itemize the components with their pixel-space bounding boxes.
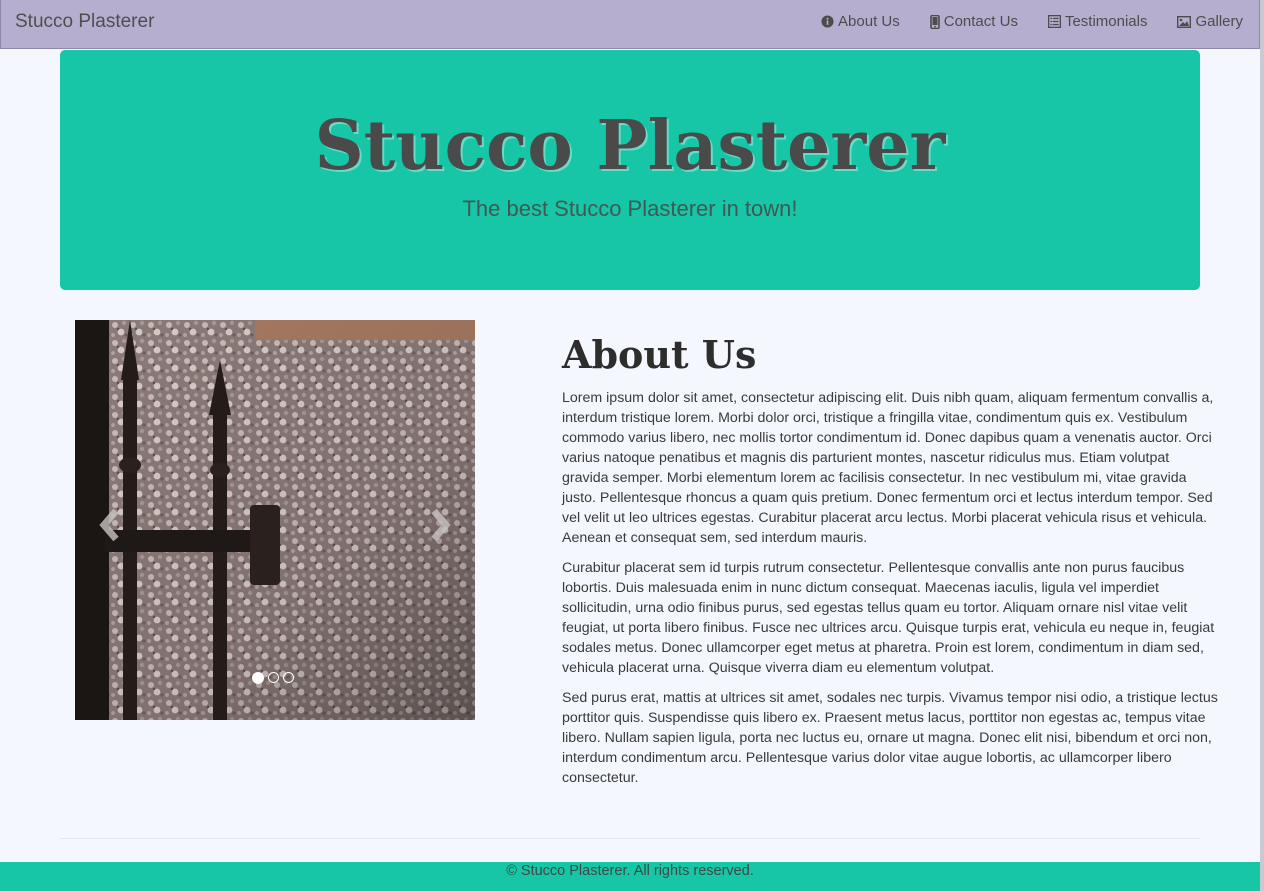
nav-item-label: Testimonials [1064,13,1148,30]
about-paragraph: Lorem ipsum dolor sit amet, consectetur … [562,390,1214,546]
carousel-indicator-3[interactable] [283,672,294,683]
nav-item-testimonials[interactable]: Testimonials [1047,13,1148,30]
carousel-indicators [252,672,294,684]
nav-menu: About Us Contact Us Testimonials Gallery [791,13,1243,30]
navbar-brand[interactable]: Stucco Plasterer [15,11,154,33]
carousel-prev-chevron-left-icon[interactable] [94,505,124,545]
about-section: About Us Lorem ipsum dolor sit amet, con… [562,330,1218,798]
nav-item-label: About Us [838,13,900,30]
footer: © Stucco Plasterer. All rights reserved. [0,862,1260,891]
carousel-next-chevron-right-icon[interactable] [426,505,456,545]
about-heading: About Us [562,332,757,377]
list-alt-icon [1047,15,1061,28]
about-paragraph: Curabitur placerat sem id turpis rutrum … [562,560,1215,676]
nav-item-gallery[interactable]: Gallery [1177,13,1243,30]
carousel-slide-image [75,320,475,720]
carousel-indicator-2[interactable] [268,672,279,683]
image-carousel[interactable] [75,320,475,720]
picture-icon [1177,15,1192,28]
hero-title: Stucco Plasterer [314,106,946,186]
window-edge [1260,0,1264,891]
about-paragraph: Sed purus erat, mattis at ultrices sit a… [562,690,1218,786]
nav-item-about-us[interactable]: About Us [821,13,900,30]
hero-subtitle: The best Stucco Plasterer in town! [462,196,798,221]
info-circle-icon [821,15,834,28]
mobile-phone-icon [929,14,940,29]
footer-copyright: © Stucco Plasterer. All rights reserved. [506,863,754,879]
hero-jumbotron: Stucco Plasterer The best Stucco Plaster… [60,50,1200,290]
nav-item-label: Gallery [1195,13,1243,30]
nav-item-contact-us[interactable]: Contact Us [929,13,1018,30]
navbar: Stucco Plasterer About Us Contact Us Tes… [0,0,1260,49]
nav-item-label: Contact Us [943,13,1018,30]
footer-divider [60,838,1200,839]
carousel-indicator-1[interactable] [252,672,264,684]
